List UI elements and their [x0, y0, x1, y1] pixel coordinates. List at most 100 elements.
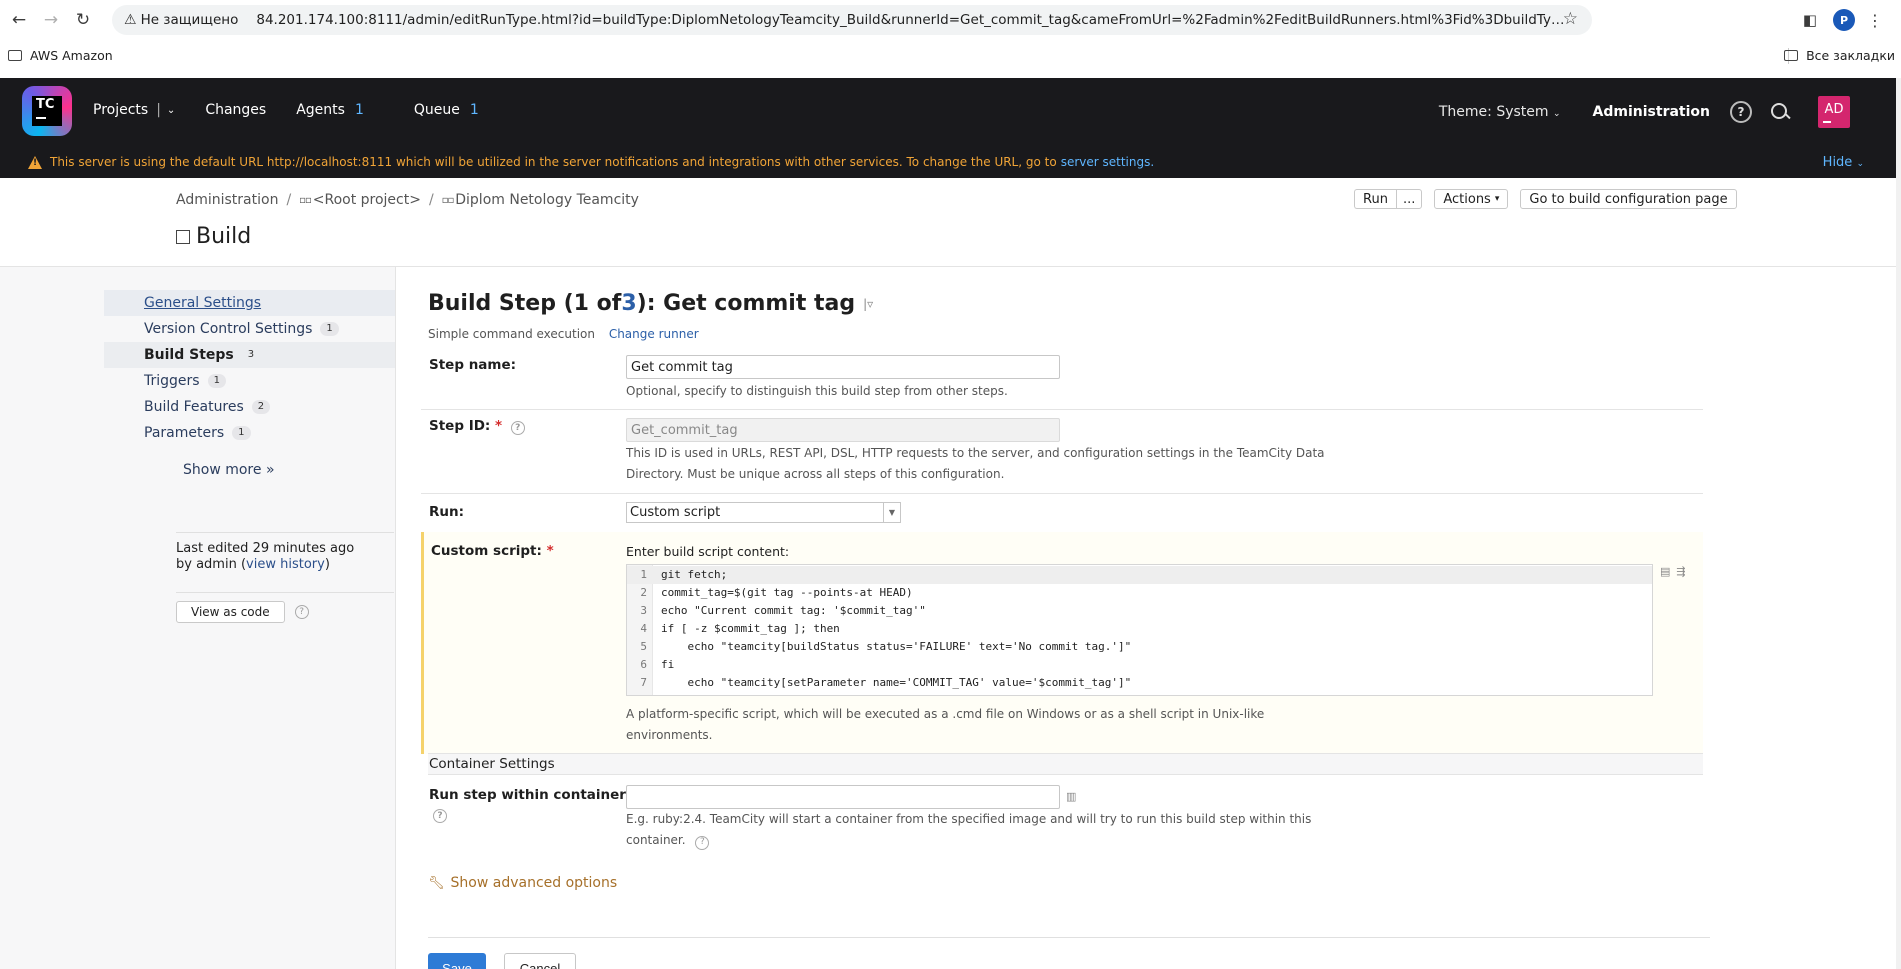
actions-label: Actions: [1443, 191, 1491, 207]
actions-button[interactable]: Actions ▾: [1434, 189, 1509, 209]
help-icon[interactable]: ?: [433, 809, 447, 823]
breadcrumb-root-project[interactable]: <Root project>: [313, 192, 421, 208]
default-url-banner: ! This server is using the default URL h…: [0, 146, 1896, 178]
sidebar-item-vcs-settings[interactable]: Version Control Settings 1: [104, 316, 395, 342]
code-line[interactable]: 1 git fetch;: [627, 566, 1652, 584]
browse-images-icon[interactable]: ▥: [1066, 790, 1076, 803]
breadcrumb-administration[interactable]: Administration: [176, 192, 278, 208]
view-as-code-button[interactable]: View as code: [176, 601, 285, 623]
view-history-link[interactable]: view history: [246, 557, 325, 572]
step-id-hint: This ID is used in URLs, REST API, DSL, …: [626, 443, 1325, 485]
teamcity-logo[interactable]: TC: [22, 86, 72, 136]
bookmark-aws[interactable]: AWS Amazon: [8, 48, 113, 63]
sidebar-item-general-settings[interactable]: General Settings: [104, 290, 395, 316]
step-count[interactable]: 3: [621, 291, 636, 316]
run-button[interactable]: Run: [1354, 189, 1396, 209]
sidebar-item-build-steps[interactable]: Build Steps 3: [104, 342, 395, 368]
banner-text: This server is using the default URL htt…: [50, 155, 1057, 169]
container-image-input[interactable]: [626, 785, 1060, 809]
goto-build-config-button[interactable]: Go to build configuration page: [1520, 189, 1737, 209]
save-button[interactable]: Save: [428, 953, 486, 969]
logo-text: TC: [36, 97, 55, 112]
show-more-link[interactable]: Show more »: [183, 462, 275, 478]
chevron-down-icon[interactable]: ⌄: [167, 105, 175, 116]
custom-script-label: Custom script: *: [431, 543, 554, 559]
code-text: echo "teamcity[setParameter name='COMMIT…: [661, 676, 1132, 689]
help-icon[interactable]: ?: [294, 605, 309, 619]
sidebar-item-label: General Settings: [144, 295, 262, 311]
folder-icon: [8, 50, 22, 61]
page-scrollbar[interactable]: [1896, 78, 1901, 969]
nav-label: Changes: [205, 102, 267, 118]
all-bookmarks[interactable]: Все закладки: [1784, 48, 1895, 63]
code-line[interactable]: 5 echo "teamcity[buildStatus status='FAI…: [627, 638, 1652, 656]
star-icon[interactable]: ☆: [1563, 9, 1578, 29]
code-line[interactable]: 2 commit_tag=$(git tag --points-at HEAD): [627, 584, 1652, 602]
back-icon[interactable]: ←: [6, 7, 32, 33]
line-number: 6: [640, 658, 647, 671]
step-menu-icon[interactable]: |▿: [863, 297, 873, 311]
administration-link[interactable]: Administration: [1593, 104, 1710, 120]
script-editor[interactable]: 1 git fetch; 2 commit_tag=$(git tag --poin…: [626, 564, 1653, 696]
server-settings-link[interactable]: server settings.: [1061, 155, 1154, 169]
code-line[interactable]: 3 echo "Current commit tag: '$commit_tag'…: [627, 602, 1652, 620]
sidebar-item-triggers[interactable]: Triggers 1: [104, 368, 395, 394]
code-line[interactable]: 7 echo "teamcity[setParameter name='COMM…: [627, 674, 1652, 692]
help-icon[interactable]: ?: [510, 421, 525, 435]
menu-icon[interactable]: ⋮: [1867, 11, 1883, 30]
run-custom-button[interactable]: ...: [1395, 189, 1423, 209]
show-advanced-options[interactable]: 🔧︎ Show advanced options: [428, 875, 617, 891]
logo-underscore: [36, 117, 46, 119]
reload-icon[interactable]: ↻: [70, 7, 96, 33]
breadcrumb-diplom-project[interactable]: Diplom Netology Teamcity: [455, 192, 639, 208]
theme-label: Theme: System: [1438, 104, 1549, 120]
code-text: fi: [661, 658, 675, 671]
change-runner-link[interactable]: Change runner: [609, 327, 699, 341]
wrench-icon: 🔧︎: [428, 875, 445, 891]
url-text[interactable]: 84.201.174.100:8111/admin/editRunType.ht…: [256, 12, 1566, 28]
edited-by-line: by admin (view history): [176, 557, 330, 572]
sidebar-item-build-features[interactable]: Build Features 2: [104, 394, 395, 420]
code-line[interactable]: 6 fi: [627, 656, 1652, 674]
help-icon[interactable]: ?: [695, 835, 710, 850]
user-avatar[interactable]: AD: [1818, 96, 1850, 128]
custom-script-label-text: Custom script:: [431, 543, 542, 559]
security-label[interactable]: Не защищено: [141, 12, 239, 28]
forward-icon[interactable]: →: [38, 7, 64, 33]
side-panel-icon[interactable]: ◧: [1797, 8, 1823, 32]
hide-banner-button[interactable]: Hide ⌄: [1823, 155, 1864, 170]
run-split-button: Run ...: [1354, 189, 1423, 209]
code-text: echo "teamcity[buildStatus status='FAILU…: [661, 640, 1132, 653]
step-title-suffix: ): Get commit tag: [636, 291, 856, 316]
nav-projects[interactable]: Projects | ⌄: [93, 102, 175, 118]
container-hint: E.g. ruby:2.4. TeamCity will start a con…: [626, 809, 1311, 851]
profile-avatar[interactable]: P: [1833, 9, 1855, 31]
fullscreen-icon[interactable]: ▤: [1660, 565, 1670, 578]
settings-sidebar: General Settings Version Control Setting…: [0, 267, 396, 969]
teamcity-header: TC Projects | ⌄ Changes Agents 1 Queue 1…: [0, 78, 1896, 146]
code-text: git fetch;: [661, 568, 728, 581]
sidebar-item-parameters[interactable]: Parameters 1: [104, 420, 395, 446]
wrap-lines-icon[interactable]: ⇶: [1676, 565, 1685, 578]
runner-info: Simple command execution Change runner: [428, 327, 699, 341]
code-line[interactable]: 4 if [ -z $commit_tag ]; then: [627, 620, 1652, 638]
nav-agents[interactable]: Agents 1: [296, 102, 364, 118]
runner-description: Simple command execution: [428, 327, 595, 341]
chevron-down-icon[interactable]: ▼: [883, 503, 900, 522]
count-badge: 3: [247, 349, 255, 360]
help-icon[interactable]: ?: [1730, 101, 1752, 123]
step-id-hint-line: This ID is used in URLs, REST API, DSL, …: [626, 446, 1325, 460]
cancel-button[interactable]: Cancel: [504, 953, 576, 969]
chevron-down-icon: ⌄: [1552, 109, 1561, 119]
theme-selector[interactable]: Theme: System ⌄: [1439, 104, 1561, 120]
nav-changes[interactable]: Changes: [205, 102, 266, 118]
project-icon: ▫▫: [441, 194, 455, 206]
step-name-input[interactable]: [626, 355, 1060, 379]
header-right: Theme: System ⌄ Administration ? AD: [1439, 96, 1850, 128]
nav-queue[interactable]: Queue 1: [414, 102, 479, 118]
address-bar[interactable]: ⚠ Не защищено 84.201.174.100:8111/admin/…: [112, 5, 1592, 35]
search-icon[interactable]: [1770, 102, 1790, 122]
run-select[interactable]: Custom script ▼: [626, 502, 901, 523]
editor-tools: ▤ ⇶: [1660, 565, 1686, 578]
container-hint-line: container. ?: [626, 830, 1311, 851]
